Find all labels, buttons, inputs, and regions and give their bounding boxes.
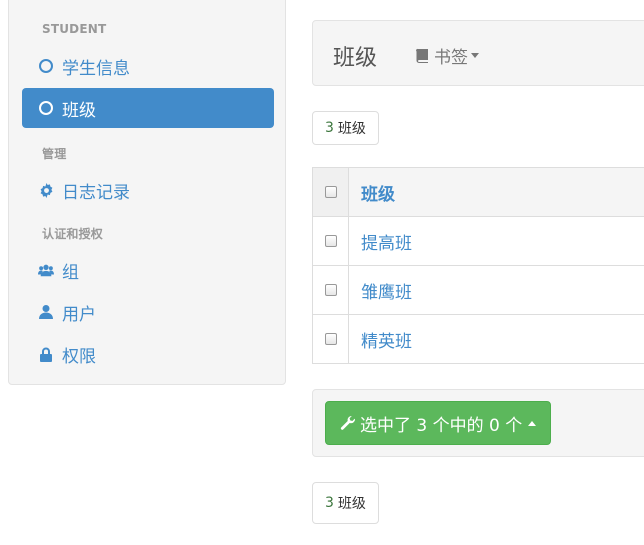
section-header-student: STUDENT: [42, 22, 107, 36]
sidebar-item-label: 用户: [62, 304, 96, 325]
bookmark-label: 书签: [434, 48, 468, 68]
row-select-cell: [313, 266, 349, 314]
result-count-number: 3: [325, 495, 334, 511]
sidebar-item-logs[interactable]: 日志记录: [22, 170, 274, 210]
sidebar-item-permissions[interactable]: 权限: [22, 334, 274, 374]
row-select-cell: [313, 217, 349, 265]
sidebar-item-class[interactable]: 班级: [22, 88, 274, 128]
gear-icon: [38, 182, 54, 198]
sidebar-item-label: 学生信息: [62, 58, 130, 79]
table-bottom-border: [312, 363, 644, 364]
actions-label: 选中了 3 个中的 0 个: [360, 415, 523, 436]
select-all-checkbox[interactable]: [324, 186, 337, 198]
page-title: 班级: [333, 46, 378, 71]
user-icon: [38, 304, 54, 320]
bookmark-dropdown[interactable]: 书签: [415, 43, 479, 68]
row-checkbox[interactable]: [324, 284, 337, 296]
result-count-top: 3 班级: [312, 111, 379, 145]
section-header-admin: 管理: [42, 147, 67, 161]
section-header-auth: 认证和授权: [42, 227, 104, 241]
table-row: 精英班: [312, 314, 644, 363]
row-link[interactable]: 雏鹰班: [361, 266, 412, 314]
row-link[interactable]: 精英班: [361, 315, 412, 363]
sidebar-item-label: 组: [62, 262, 79, 283]
result-count-number: 3: [325, 120, 334, 136]
row-checkbox[interactable]: [324, 235, 337, 247]
wrench-icon: [340, 415, 356, 431]
select-all-cell: [313, 168, 349, 216]
actions-button[interactable]: 选中了 3 个中的 0 个: [325, 401, 552, 445]
sidebar-item-label: 权限: [62, 346, 96, 367]
circle-outline-icon: [38, 58, 54, 74]
column-header-class[interactable]: 班级: [361, 168, 395, 216]
sidebar-item-label: 日志记录: [62, 182, 130, 203]
book-icon: [415, 48, 430, 63]
actions-bar: 选中了 3 个中的 0 个: [312, 389, 644, 457]
result-count-label: 班级: [337, 496, 366, 512]
table-header-row: 班级: [312, 167, 644, 216]
result-count-bottom: 3 班级: [312, 482, 379, 524]
table-row: 雏鹰班: [312, 265, 644, 314]
caret-down-icon: [471, 53, 479, 58]
row-checkbox[interactable]: [324, 333, 337, 345]
sidebar: STUDENT 学生信息 班级 管理 日志记录 认证和授权 组 用户 权限: [8, 0, 286, 385]
users-icon: [38, 262, 54, 278]
row-link[interactable]: 提高班: [361, 217, 412, 265]
page-header: 班级 书签: [312, 20, 644, 86]
caret-up-icon: [528, 420, 537, 426]
table-row: 提高班: [312, 216, 644, 265]
sidebar-item-groups[interactable]: 组: [22, 250, 274, 290]
circle-outline-icon: [38, 100, 54, 116]
sidebar-item-label: 班级: [62, 100, 96, 121]
sidebar-item-student-info[interactable]: 学生信息: [22, 46, 274, 86]
sidebar-item-users[interactable]: 用户: [22, 292, 274, 332]
row-select-cell: [313, 315, 349, 363]
lock-icon: [38, 346, 54, 362]
result-count-label: 班级: [337, 121, 366, 137]
